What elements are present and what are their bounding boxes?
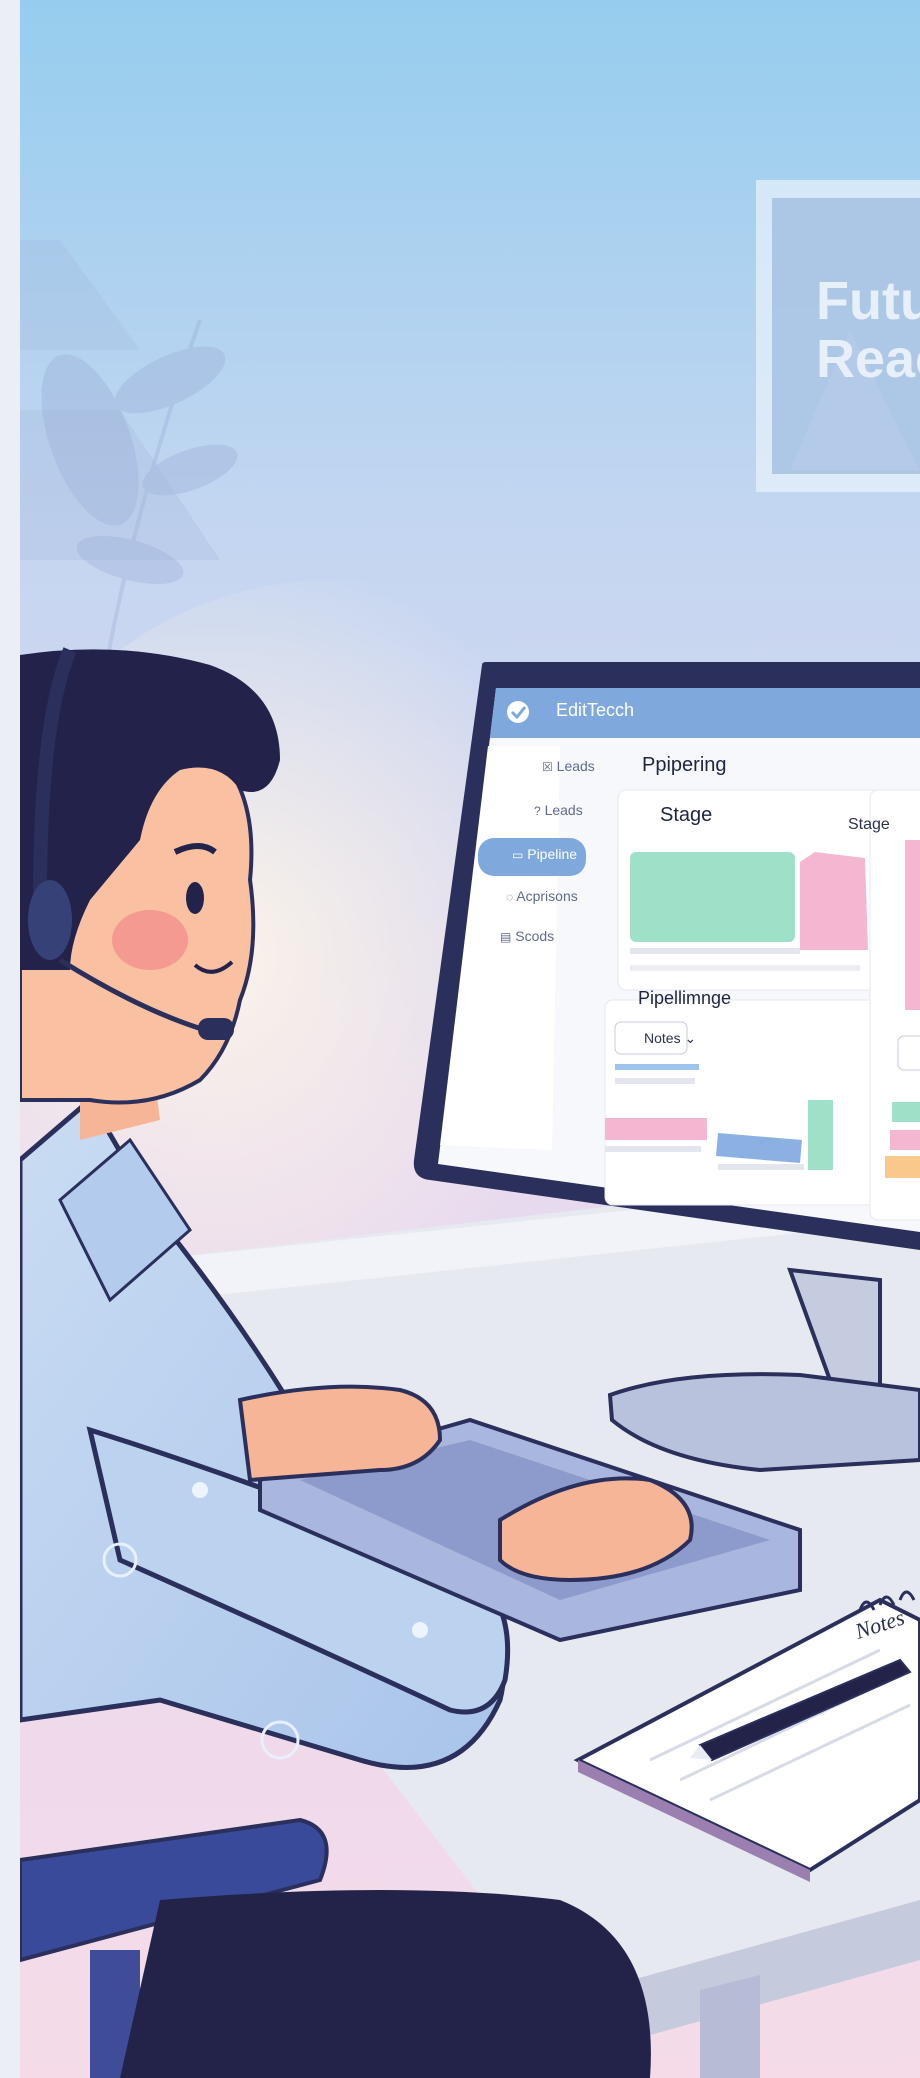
sidebar-item-acprisons[interactable]: ◌ Acprisons bbox=[506, 888, 578, 904]
chat-icon: ◌ bbox=[506, 890, 514, 904]
sidebar-item-leads-2[interactable]: ? Leads bbox=[534, 802, 583, 818]
sidebar-item-label: Leads bbox=[544, 802, 583, 818]
office-scene: Futur Reac EditTecch ☒ Leads ? Leads ▭ P… bbox=[0, 0, 920, 2078]
app-brand-name: EditTecch bbox=[556, 700, 635, 720]
poster-headline: Futur Reac bbox=[816, 271, 920, 389]
page-title: Ppipering bbox=[642, 754, 727, 776]
illustration-stage: Futur Reac EditTecch ☒ Leads ? Leads ▭ P… bbox=[0, 0, 920, 2078]
stage-card-title: Stage bbox=[660, 804, 713, 826]
monitor bbox=[413, 662, 920, 1250]
notes-dropdown-value: Notes bbox=[644, 1030, 681, 1046]
stage-pink-block bbox=[800, 852, 868, 950]
sidebar-item-label: Scods bbox=[515, 928, 555, 944]
stage-card-right-title: Stage bbox=[848, 816, 890, 833]
scene-svg bbox=[0, 0, 920, 2078]
document-icon: ▭ bbox=[512, 848, 524, 862]
sidebar-item-label: Acprisons bbox=[516, 888, 578, 904]
eye bbox=[186, 882, 204, 914]
sidebar-item-label: Leads bbox=[556, 758, 595, 774]
notes-dropdown-label[interactable]: Notes ⌄ bbox=[644, 1030, 696, 1047]
brand-logo-icon bbox=[507, 701, 529, 723]
sidebar-item-label: Pipeline bbox=[527, 846, 578, 862]
cheek bbox=[112, 910, 188, 970]
sidebar-item-scods[interactable]: ▤ Scods bbox=[500, 928, 554, 944]
pipeline-card-title: Pipellimnge bbox=[638, 988, 732, 1008]
sidebar-item-leads[interactable]: ☒ Leads bbox=[542, 758, 595, 774]
clipboard-icon: ▤ bbox=[500, 930, 512, 944]
chevron-down-icon: ⌄ bbox=[684, 1030, 697, 1046]
partial-dropdown bbox=[897, 1035, 920, 1071]
stage-green-block bbox=[630, 852, 795, 942]
checkbox-icon: ☒ bbox=[542, 760, 553, 774]
help-circle-icon: ? bbox=[534, 804, 541, 818]
sidebar-item-pipeline[interactable]: ▭ Pipeline bbox=[512, 846, 577, 862]
left-margin-strip bbox=[0, 0, 20, 2078]
